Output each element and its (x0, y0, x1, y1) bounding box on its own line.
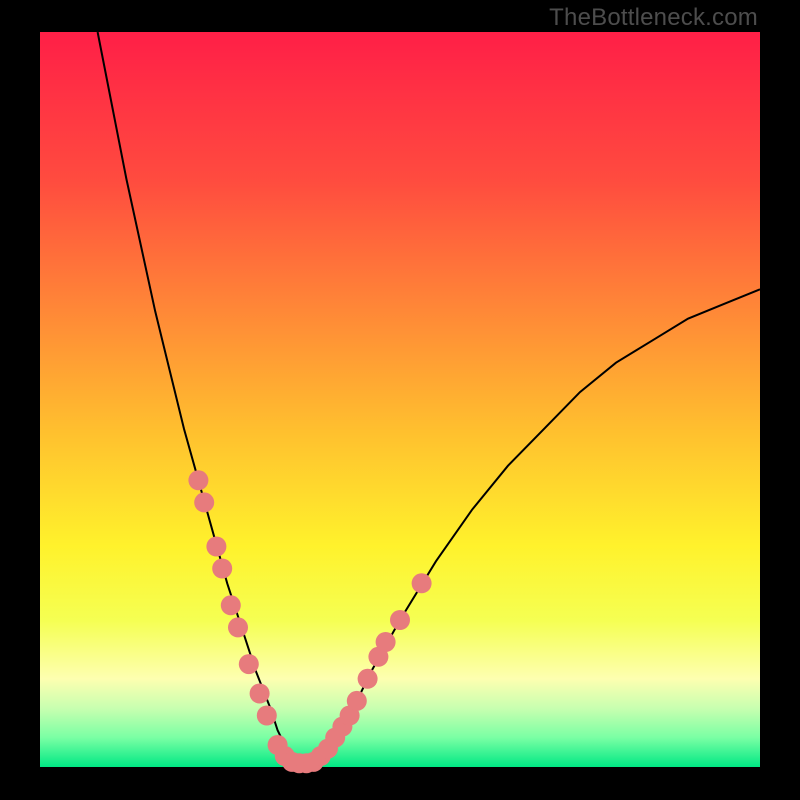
data-bead (376, 632, 396, 652)
data-bead (228, 617, 248, 637)
curve-layer (40, 32, 760, 767)
data-bead (206, 537, 226, 557)
data-bead (257, 706, 277, 726)
data-bead (212, 559, 232, 579)
data-bead (358, 669, 378, 689)
data-bead (390, 610, 410, 630)
data-bead (347, 691, 367, 711)
data-bead (221, 595, 241, 615)
plot-area (40, 32, 760, 767)
data-bead (194, 492, 214, 512)
data-bead (412, 573, 432, 593)
watermark-text: TheBottleneck.com (549, 4, 758, 32)
chart-frame: TheBottleneck.com (0, 0, 800, 800)
bottleneck-curve (98, 32, 760, 767)
data-bead (239, 654, 259, 674)
data-bead (250, 684, 270, 704)
data-bead (188, 470, 208, 490)
